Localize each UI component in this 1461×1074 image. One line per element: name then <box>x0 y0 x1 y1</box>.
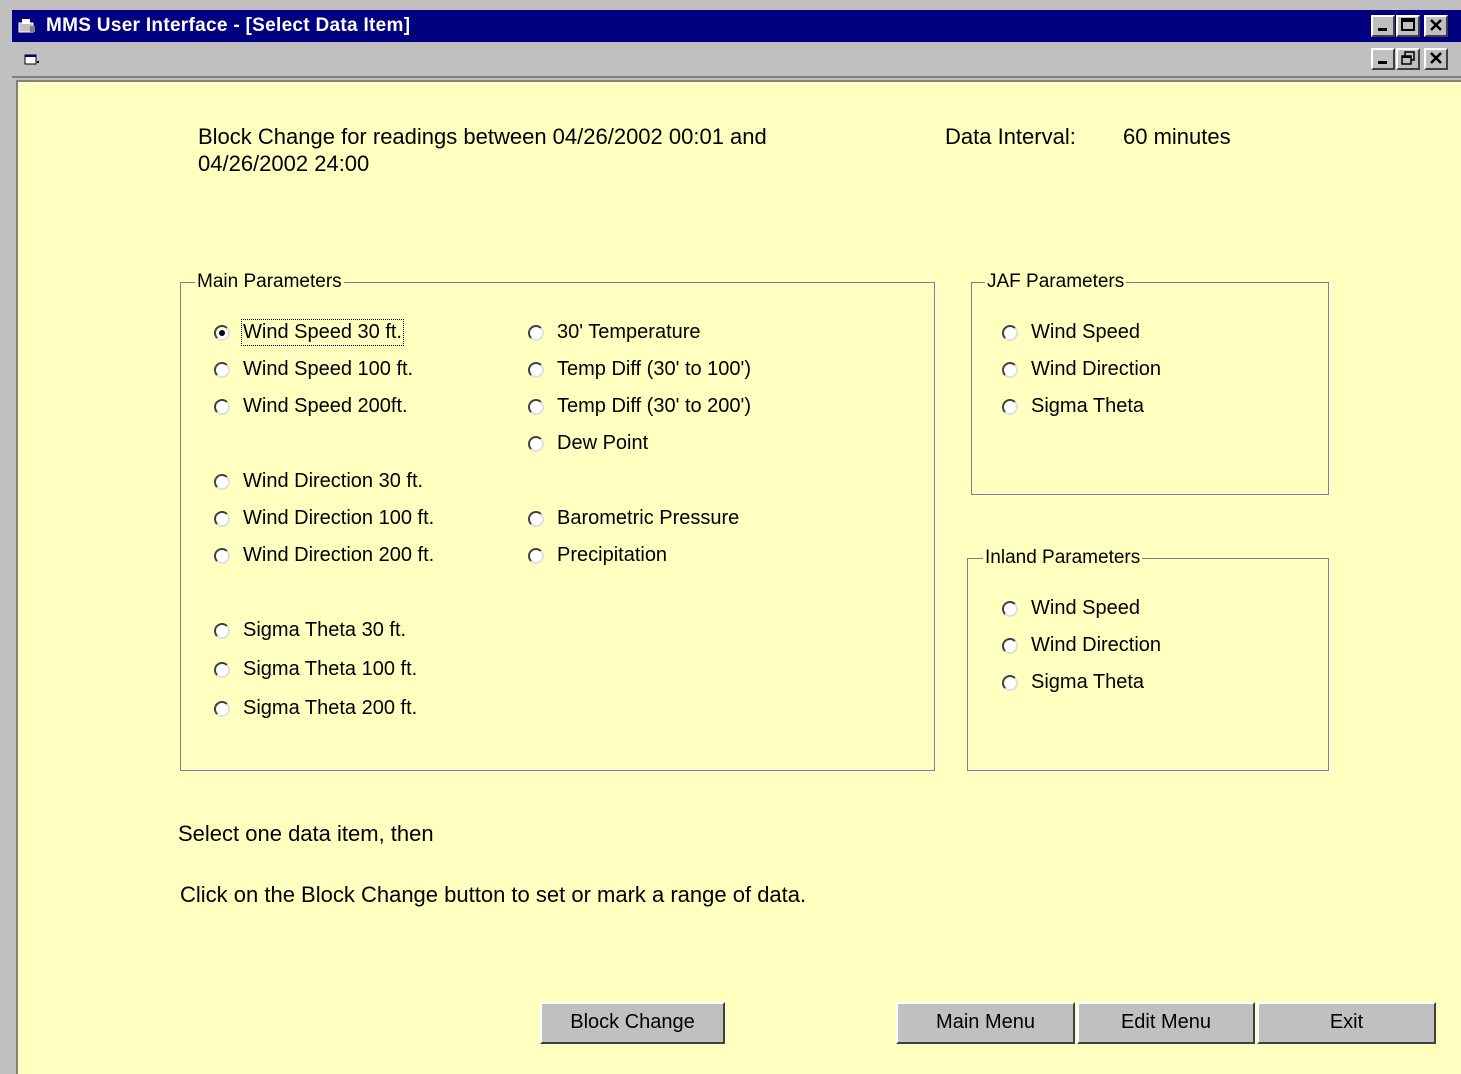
jaf-parameters-legend: JAF Parameters <box>985 271 1127 293</box>
radio-label: Wind Speed <box>1031 321 1140 343</box>
jaf-parameters-group: JAF Parameters Wind Speed Wind Direction… <box>971 271 1329 495</box>
maximize-icon <box>1401 18 1415 31</box>
minimize-icon <box>1378 28 1387 31</box>
radio-circle <box>1002 674 1018 691</box>
inland-parameters-legend: Inland Parameters <box>983 547 1143 569</box>
radio-label: Wind Speed 30 ft. <box>241 319 404 346</box>
window-title: MMS User Interface - [Select Data Item] <box>46 15 411 36</box>
radio-precipitation[interactable]: Precipitation <box>528 544 667 567</box>
exit-button[interactable]: Exit <box>1257 1002 1436 1044</box>
radio-inland-sigma-theta[interactable]: Sigma Theta <box>1002 671 1144 694</box>
radio-circle <box>214 661 230 678</box>
radio-circle <box>1002 637 1018 654</box>
radio-jaf-wind-direction[interactable]: Wind Direction <box>1002 358 1161 381</box>
child-minimize-button[interactable] <box>1371 48 1395 70</box>
data-interval-value: 60 minutes <box>1123 124 1231 149</box>
radio-circle <box>1002 361 1018 378</box>
radio-circle <box>528 398 544 415</box>
radio-barometric-pressure[interactable]: Barometric Pressure <box>528 507 739 530</box>
radio-label: Wind Speed 200ft. <box>243 395 408 417</box>
main-parameters-legend: Main Parameters <box>195 271 344 293</box>
radio-circle <box>1002 398 1018 415</box>
radio-circle <box>214 398 230 415</box>
radio-label: Temp Diff (30' to 100') <box>557 358 752 380</box>
radio-sigma-theta-200[interactable]: Sigma Theta 200 ft. <box>214 697 417 720</box>
radio-wind-speed-100[interactable]: Wind Speed 100 ft. <box>214 358 413 381</box>
radio-wind-direction-30[interactable]: Wind Direction 30 ft. <box>214 470 423 493</box>
radio-label: Wind Direction <box>1031 634 1162 656</box>
radio-label: Barometric Pressure <box>557 507 740 529</box>
radio-label: Sigma Theta 100 ft. <box>243 658 418 680</box>
radio-circle <box>214 700 230 717</box>
radio-dew-point[interactable]: Dew Point <box>528 432 648 455</box>
radio-label: Precipitation <box>557 544 668 566</box>
radio-sigma-theta-100[interactable]: Sigma Theta 100 ft. <box>214 658 417 681</box>
main-parameters-group: Main Parameters Wind Speed 30 ft. Wind S… <box>180 271 935 771</box>
radio-circle <box>214 510 230 527</box>
app-icon <box>18 19 35 33</box>
radio-circle <box>528 510 544 527</box>
radio-label: Sigma Theta <box>1031 395 1145 417</box>
instruction-line2: Click on the Block Change button to set … <box>180 882 807 907</box>
close-icon <box>1430 19 1442 31</box>
radio-wind-speed-30[interactable]: Wind Speed 30 ft. <box>214 319 404 346</box>
radio-label: Sigma Theta 200 ft. <box>243 697 418 719</box>
radio-temp-diff-30-200[interactable]: Temp Diff (30' to 200') <box>528 395 751 418</box>
radio-label: Wind Direction <box>1031 358 1162 380</box>
radio-circle <box>214 473 230 490</box>
close-button[interactable] <box>1424 15 1448 37</box>
radio-wind-direction-100[interactable]: Wind Direction 100 ft. <box>214 507 434 530</box>
radio-label: Temp Diff (30' to 200') <box>557 395 752 417</box>
radio-circle <box>528 361 544 378</box>
radio-wind-speed-200[interactable]: Wind Speed 200ft. <box>214 395 408 418</box>
radio-circle <box>528 435 544 452</box>
radio-circle <box>1002 324 1018 341</box>
radio-label: Dew Point <box>557 432 649 454</box>
radio-circle <box>528 324 544 341</box>
minimize-icon <box>1378 61 1387 64</box>
block-change-range-line1: Block Change for readings between 04/26/… <box>198 124 767 149</box>
radio-label: Sigma Theta 30 ft. <box>243 619 407 641</box>
minimize-button[interactable] <box>1371 15 1395 37</box>
radio-wind-direction-200[interactable]: Wind Direction 200 ft. <box>214 544 434 567</box>
radio-label: Wind Speed 100 ft. <box>243 358 414 380</box>
close-icon <box>1430 52 1442 64</box>
radio-inland-wind-speed[interactable]: Wind Speed <box>1002 597 1140 620</box>
child-restore-button[interactable] <box>1396 48 1420 70</box>
radio-circle <box>214 361 230 378</box>
document-icon[interactable] <box>24 52 42 66</box>
radio-label: Wind Direction 30 ft. <box>243 470 424 492</box>
radio-label: Wind Direction 200 ft. <box>243 544 435 566</box>
radio-circle <box>528 547 544 564</box>
radio-label: Wind Direction 100 ft. <box>243 507 435 529</box>
menu-bar <box>12 42 1461 78</box>
child-close-button[interactable] <box>1424 48 1448 70</box>
radio-circle <box>214 324 230 341</box>
block-change-button[interactable]: Block Change <box>540 1002 725 1044</box>
data-interval-label: Data Interval: <box>945 124 1076 149</box>
radio-jaf-sigma-theta[interactable]: Sigma Theta <box>1002 395 1144 418</box>
radio-label: Sigma Theta <box>1031 671 1145 693</box>
form-client-area: Block Change for readings between 04/26/… <box>16 80 1461 1074</box>
inland-parameters-group: Inland Parameters Wind Speed Wind Direct… <box>967 547 1329 771</box>
edit-menu-button[interactable]: Edit Menu <box>1077 1002 1255 1044</box>
instruction-line1: Select one data item, then <box>178 821 434 846</box>
radio-temp-diff-30-100[interactable]: Temp Diff (30' to 100') <box>528 358 751 381</box>
restore-icon <box>1401 51 1415 65</box>
radio-selected-dot <box>219 329 225 336</box>
radio-jaf-wind-speed[interactable]: Wind Speed <box>1002 321 1140 344</box>
radio-30-temperature[interactable]: 30' Temperature <box>528 321 701 344</box>
radio-label: 30' Temperature <box>557 321 701 343</box>
radio-circle <box>214 622 230 639</box>
radio-label: Wind Speed <box>1031 597 1140 619</box>
radio-circle <box>214 547 230 564</box>
radio-inland-wind-direction[interactable]: Wind Direction <box>1002 634 1161 657</box>
main-menu-button[interactable]: Main Menu <box>896 1002 1075 1044</box>
radio-circle <box>1002 600 1018 617</box>
radio-sigma-theta-30[interactable]: Sigma Theta 30 ft. <box>214 619 406 642</box>
title-bar: MMS User Interface - [Select Data Item] <box>12 10 1461 42</box>
block-change-range-line2: 04/26/2002 24:00 <box>198 151 370 176</box>
maximize-button[interactable] <box>1396 15 1420 37</box>
